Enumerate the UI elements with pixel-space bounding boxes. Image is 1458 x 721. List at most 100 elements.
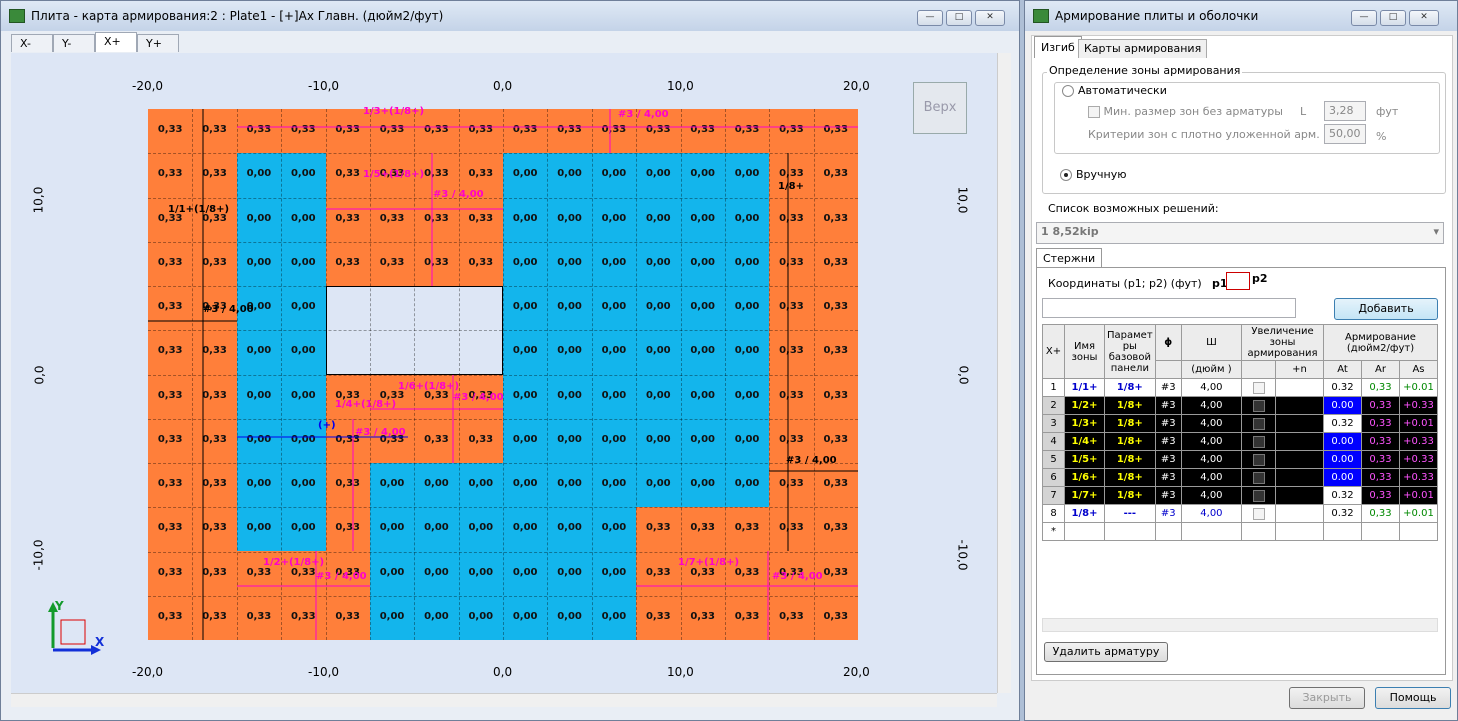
horizontal-scrollbar[interactable] [11, 693, 997, 707]
n-cell[interactable] [1275, 378, 1324, 397]
base-panel-cell[interactable]: 1/8+ [1104, 414, 1156, 433]
n-cell[interactable] [1275, 486, 1324, 505]
phi-cell[interactable]: #3 [1154, 432, 1182, 451]
new-row[interactable]: * [1042, 522, 1438, 541]
spacing-cell[interactable]: 4,00 [1180, 450, 1243, 469]
row-number[interactable]: 6 [1042, 468, 1065, 487]
ar-cell: 0,33 [1361, 450, 1400, 469]
increase-zone-checkbox[interactable] [1241, 486, 1276, 505]
table-row[interactable]: 7 1/7+ 1/8+ #3 4,00 0.32 0,33 +0.01 [1042, 486, 1438, 505]
help-button[interactable]: Помощь [1375, 687, 1451, 709]
solutions-select[interactable]: 1 8,52kip ▾ [1036, 222, 1444, 244]
zone-name-cell[interactable]: 1/3+ [1064, 414, 1105, 433]
increase-zone-checkbox[interactable] [1241, 504, 1276, 523]
close-button[interactable]: ✕ [1409, 10, 1439, 26]
increase-zone-checkbox[interactable] [1241, 396, 1276, 415]
reinforcement-map-canvas[interactable]: -20,0 -10,0 0,0 10,0 20,0 -20,0 -10,0 0,… [11, 53, 997, 693]
vertical-scrollbar[interactable] [997, 53, 1011, 693]
base-panel-cell[interactable]: 1/8+ [1104, 396, 1156, 415]
spacing-cell[interactable]: 4,00 [1180, 414, 1243, 433]
n-cell[interactable] [1275, 432, 1324, 451]
n-cell[interactable] [1275, 468, 1324, 487]
phi-cell[interactable]: #3 [1154, 414, 1182, 433]
min-size-checkbox[interactable]: Мин. размер зон без арматуры [1088, 105, 1283, 118]
row-number[interactable]: 8 [1042, 504, 1065, 523]
n-cell[interactable] [1275, 504, 1324, 523]
tab-rods[interactable]: Стержни [1036, 248, 1103, 268]
table-row[interactable]: 6 1/6+ 1/8+ #3 4,00 0.00 0,33 +0.33 [1042, 468, 1438, 487]
tab-reinforcement-maps[interactable]: Карты армирования [1078, 39, 1208, 58]
base-panel-cell[interactable]: 1/8+ [1104, 450, 1156, 469]
tab-y-minus[interactable]: Y- [53, 34, 95, 52]
L-input[interactable]: 3,28 [1324, 101, 1366, 121]
row-number[interactable]: 2 [1042, 396, 1065, 415]
phi-cell[interactable]: #3 [1154, 450, 1182, 469]
delete-rebar-button[interactable]: Удалить арматуру [1044, 642, 1168, 662]
phi-cell[interactable]: #3 [1154, 378, 1182, 397]
maximize-button[interactable]: □ [946, 10, 972, 26]
table-row[interactable]: 1 1/1+ 1/8+ #3 4,00 0.32 0,33 +0.01 [1042, 378, 1438, 397]
zone-name-cell[interactable]: 1/2+ [1064, 396, 1105, 415]
zone-name-cell[interactable]: 1/6+ [1064, 468, 1105, 487]
zone-name-cell[interactable]: 1/7+ [1064, 486, 1105, 505]
table-row[interactable]: 5 1/5+ 1/8+ #3 4,00 0.00 0,33 +0.33 [1042, 450, 1438, 469]
tab-x-minus[interactable]: X- [11, 34, 53, 52]
phi-cell[interactable]: #3 [1154, 396, 1182, 415]
base-panel-cell[interactable]: 1/8+ [1104, 486, 1156, 505]
zone-name-cell[interactable]: 1/5+ [1064, 450, 1105, 469]
increase-zone-checkbox[interactable] [1241, 450, 1276, 469]
base-panel-cell[interactable]: --- [1104, 504, 1156, 523]
criteria-input[interactable]: 50,00 [1324, 124, 1366, 144]
table-row[interactable]: 3 1/3+ 1/8+ #3 4,00 0.32 0,33 +0.01 [1042, 414, 1438, 433]
coords-input[interactable] [1042, 298, 1296, 318]
n-cell[interactable] [1275, 450, 1324, 469]
checkbox-icon [1252, 489, 1265, 502]
increase-zone-checkbox[interactable] [1241, 432, 1276, 451]
phi-cell[interactable]: #3 [1154, 486, 1182, 505]
zone-name-cell[interactable]: 1/4+ [1064, 432, 1105, 451]
coords-icon [1226, 272, 1250, 290]
table-row[interactable]: 4 1/4+ 1/8+ #3 4,00 0.00 0,33 +0.33 [1042, 432, 1438, 451]
increase-zone-checkbox[interactable] [1241, 414, 1276, 433]
zone-name-cell[interactable]: 1/1+ [1064, 378, 1105, 397]
base-panel-cell[interactable]: 1/8+ [1104, 432, 1156, 451]
tab-x-plus[interactable]: X+ [95, 32, 137, 52]
increase-zone-checkbox[interactable] [1241, 468, 1276, 487]
maximize-button[interactable]: □ [1380, 10, 1406, 26]
base-panel-cell[interactable]: 1/8+ [1104, 378, 1156, 397]
row-number[interactable]: 5 [1042, 450, 1065, 469]
add-button[interactable]: Добавить [1334, 298, 1438, 320]
table-row[interactable]: 2 1/2+ 1/8+ #3 4,00 0.00 0,33 +0.33 [1042, 396, 1438, 415]
table-horizontal-scrollbar[interactable] [1042, 618, 1438, 632]
as-cell: +0.01 [1399, 414, 1438, 433]
x-axis-label: 20,0 [843, 79, 870, 93]
view-top-button[interactable]: Верх [913, 82, 967, 134]
phi-cell[interactable]: #3 [1154, 504, 1182, 523]
auto-radio[interactable]: Автоматически [1060, 84, 1169, 97]
phi-cell[interactable]: #3 [1154, 468, 1182, 487]
row-number[interactable]: * [1042, 522, 1065, 541]
spacing-cell[interactable]: 4,00 [1180, 468, 1243, 487]
row-number[interactable]: 7 [1042, 486, 1065, 505]
spacing-cell[interactable]: 4,00 [1180, 396, 1243, 415]
spacing-cell[interactable]: 4,00 [1180, 504, 1243, 523]
close-dialog-button[interactable]: Закрыть [1289, 687, 1365, 709]
base-panel-cell[interactable]: 1/8+ [1104, 468, 1156, 487]
n-cell[interactable] [1275, 396, 1324, 415]
minimize-button[interactable]: — [917, 10, 943, 26]
manual-radio[interactable]: Вручную [1060, 168, 1127, 181]
n-cell[interactable] [1275, 414, 1324, 433]
tab-y-plus[interactable]: Y+ [137, 34, 179, 52]
zone-name-cell[interactable]: 1/8+ [1064, 504, 1105, 523]
increase-zone-checkbox[interactable] [1241, 378, 1276, 397]
minimize-button[interactable]: — [1351, 10, 1377, 26]
row-number[interactable]: 1 [1042, 378, 1065, 397]
spacing-cell[interactable]: 4,00 [1180, 378, 1243, 397]
row-number[interactable]: 3 [1042, 414, 1065, 433]
row-number[interactable]: 4 [1042, 432, 1065, 451]
table-row[interactable]: 8 1/8+ --- #3 4,00 0.32 0,33 +0.01 [1042, 504, 1438, 523]
tab-bending[interactable]: Изгиб [1034, 36, 1082, 58]
spacing-cell[interactable]: 4,00 [1180, 432, 1243, 451]
close-button[interactable]: ✕ [975, 10, 1005, 26]
spacing-cell[interactable]: 4,00 [1180, 486, 1243, 505]
